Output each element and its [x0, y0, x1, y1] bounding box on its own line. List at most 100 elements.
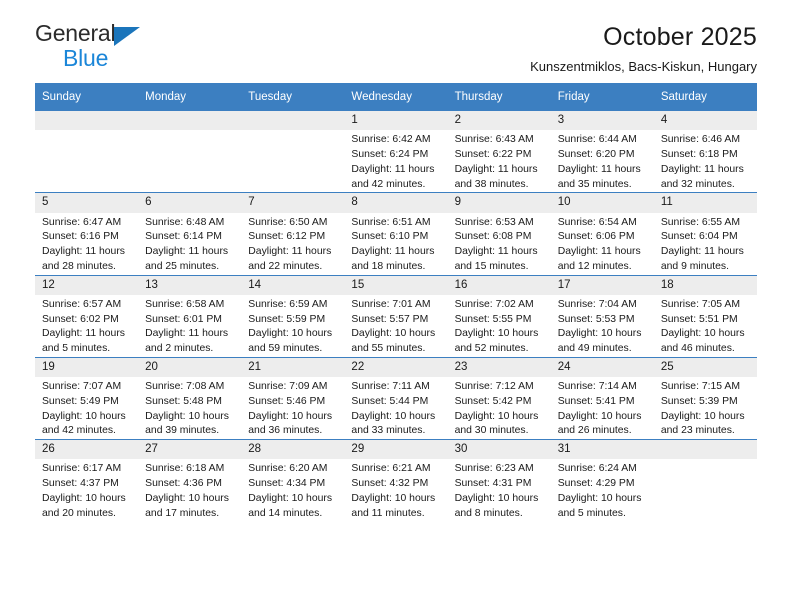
day-number: 25	[653, 357, 757, 378]
calendar-body: 1 Sunrise: 6:42 AM Sunset: 6:24 PM Daylight…	[35, 111, 757, 522]
calendar-day-cell[interactable]: 25 Sunrise: 7:15 AM Sunset: 5:39 PM Dayligh…	[653, 356, 757, 440]
calendar-day-cell[interactable]: 17 Sunrise: 7:04 AM Sunset: 5:53 PM Dayligh…	[550, 274, 654, 358]
calendar-day-cell[interactable]: 7 Sunrise: 6:50 AM Sunset: 6:12 PM Daylight…	[241, 192, 345, 276]
day-number: 11	[653, 193, 757, 213]
calendar-page: General Blue October 2025 Kunszentmiklos…	[0, 0, 792, 612]
day-details: Sunrise: 7:09 AM Sunset: 5:46 PM Daylight:…	[241, 377, 344, 439]
daylight-text: Daylight: 11 hours and 22 minutes.	[248, 246, 332, 272]
daylight-text: Daylight: 11 hours and 9 minutes.	[660, 246, 744, 272]
calendar-day-cell[interactable]: 24 Sunrise: 7:14 AM Sunset: 5:41 PM Dayligh…	[550, 356, 654, 440]
sunrise-text: Sunrise: 7:11 AM	[351, 381, 430, 393]
day-number: 2	[447, 111, 551, 131]
calendar-day-cell[interactable]: 6 Sunrise: 6:48 AM Sunset: 6:14 PM Daylight…	[138, 192, 242, 276]
calendar-day-cell[interactable]: 4 Sunrise: 6:46 AM Sunset: 6:18 PM Daylight…	[653, 111, 757, 193]
calendar-day-cell[interactable]: 3 Sunrise: 6:44 AM Sunset: 6:20 PM Daylight…	[550, 111, 654, 193]
sunrise-text: Sunrise: 6:50 AM	[248, 216, 328, 228]
sunset-text: Sunset: 6:04 PM	[660, 231, 738, 243]
sunset-text: Sunset: 6:14 PM	[145, 231, 222, 243]
calendar-day-cell[interactable]: 26 Sunrise: 6:17 AM Sunset: 4:37 PM Dayligh…	[35, 439, 139, 522]
day-number: 14	[241, 275, 345, 295]
calendar-day-cell[interactable]: 27 Sunrise: 6:18 AM Sunset: 4:36 PM Dayligh…	[138, 439, 242, 522]
daylight-text: Daylight: 11 hours and 25 minutes.	[145, 246, 229, 272]
day-number: 19	[35, 357, 139, 378]
daylight-text: Daylight: 11 hours and 32 minutes.	[660, 163, 744, 190]
calendar-day-cell[interactable]: 11 Sunrise: 6:55 AM Sunset: 6:04 PM Dayligh…	[653, 192, 757, 276]
calendar-week-row: 1 Sunrise: 6:42 AM Sunset: 6:24 PM Daylight…	[35, 111, 757, 193]
day-details: Sunrise: 6:57 AM Sunset: 6:02 PM Daylight:…	[35, 295, 138, 357]
calendar-day-cell[interactable]: 16 Sunrise: 7:02 AM Sunset: 5:55 PM Dayligh…	[447, 274, 551, 358]
calendar-day-cell[interactable]: 13 Sunrise: 6:58 AM Sunset: 6:01 PM Dayligh…	[138, 274, 242, 358]
day-number: 15	[344, 275, 448, 295]
day-details: Sunrise: 7:15 AM Sunset: 5:39 PM Daylight:…	[654, 377, 757, 439]
weekday-header-tuesday: Tuesday	[241, 83, 345, 111]
calendar-day-cell[interactable]: 22 Sunrise: 7:11 AM Sunset: 5:44 PM Dayligh…	[344, 356, 448, 440]
day-details: Sunrise: 6:48 AM Sunset: 6:14 PM Daylight:…	[138, 213, 241, 275]
calendar-day-cell[interactable]: 23 Sunrise: 7:12 AM Sunset: 5:42 PM Dayligh…	[447, 356, 551, 440]
daylight-text: Daylight: 10 hours and 14 minutes.	[248, 492, 333, 519]
daylight-text: Daylight: 10 hours and 49 minutes.	[557, 328, 642, 355]
sunrise-text: Sunrise: 7:04 AM	[557, 298, 637, 310]
weekday-header-thursday: Thursday	[447, 83, 551, 111]
sunrise-text: Sunrise: 6:53 AM	[454, 216, 534, 228]
calendar-day-cell[interactable]: 9 Sunrise: 6:53 AM Sunset: 6:08 PM Daylight…	[447, 192, 551, 276]
day-number: 24	[550, 357, 654, 378]
day-number: 8	[344, 193, 448, 213]
sunrise-text: Sunrise: 6:47 AM	[42, 216, 122, 228]
daylight-text: Daylight: 11 hours and 42 minutes.	[351, 163, 435, 190]
daylight-text: Daylight: 10 hours and 42 minutes.	[42, 410, 126, 437]
sunrise-text: Sunrise: 6:59 AM	[248, 298, 328, 310]
sunrise-text: Sunrise: 7:01 AM	[351, 298, 431, 310]
day-details: Sunrise: 7:07 AM Sunset: 5:49 PM Daylight:…	[35, 377, 138, 439]
calendar-day-cell[interactable]: 18 Sunrise: 7:05 AM Sunset: 5:51 PM Dayligh…	[653, 274, 757, 358]
sunrise-text: Sunrise: 6:24 AM	[557, 463, 637, 475]
sunset-text: Sunset: 5:39 PM	[660, 395, 738, 407]
logo-secondary-text: Blue	[63, 45, 109, 71]
calendar-day-cell[interactable]: 1 Sunrise: 6:42 AM Sunset: 6:24 PM Daylight…	[344, 111, 448, 193]
calendar-day-cell[interactable]: 12 Sunrise: 6:57 AM Sunset: 6:02 PM Dayligh…	[35, 274, 139, 358]
sunset-text: Sunset: 6:06 PM	[557, 231, 635, 243]
daylight-text: Daylight: 10 hours and 55 minutes.	[351, 328, 436, 355]
day-number: 27	[138, 440, 242, 460]
sunset-text: Sunset: 5:41 PM	[557, 395, 635, 407]
day-details: Sunrise: 6:24 AM Sunset: 4:29 PM Daylight:…	[551, 459, 654, 521]
sunset-text: Sunset: 5:59 PM	[248, 313, 326, 325]
calendar-day-cell[interactable]: 19 Sunrise: 7:07 AM Sunset: 5:49 PM Dayligh…	[35, 356, 139, 440]
sunset-text: Sunset: 5:57 PM	[351, 313, 429, 325]
calendar-day-cell[interactable]: 20 Sunrise: 7:08 AM Sunset: 5:48 PM Dayligh…	[138, 356, 242, 440]
calendar-day-cell[interactable]: 15 Sunrise: 7:01 AM Sunset: 5:57 PM Dayligh…	[344, 274, 448, 358]
day-details: Sunrise: 7:02 AM Sunset: 5:55 PM Daylight:…	[448, 295, 551, 357]
daylight-text: Daylight: 11 hours and 35 minutes.	[557, 163, 641, 190]
day-details: Sunrise: 6:54 AM Sunset: 6:06 PM Daylight:…	[551, 213, 654, 275]
day-number: 23	[447, 357, 551, 378]
calendar-day-cell[interactable]: 30 Sunrise: 6:23 AM Sunset: 4:31 PM Dayligh…	[447, 439, 551, 522]
day-number: 17	[550, 275, 654, 295]
daylight-text: Daylight: 10 hours and 20 minutes.	[42, 492, 126, 519]
daylight-text: Daylight: 10 hours and 36 minutes.	[248, 410, 333, 437]
day-details: Sunrise: 7:01 AM Sunset: 5:57 PM Daylight:…	[344, 295, 447, 357]
sunset-text: Sunset: 4:31 PM	[454, 478, 532, 490]
weekday-header-row: Sunday Monday Tuesday Wednesday Thursday…	[35, 83, 757, 111]
calendar-day-cell[interactable]: 2 Sunrise: 6:43 AM Sunset: 6:22 PM Daylight…	[447, 111, 551, 193]
sunrise-text: Sunrise: 7:07 AM	[42, 381, 122, 393]
calendar-day-cell[interactable]: 5 Sunrise: 6:47 AM Sunset: 6:16 PM Daylight…	[35, 192, 139, 276]
daylight-text: Daylight: 10 hours and 30 minutes.	[454, 410, 539, 437]
day-number: 30	[447, 440, 551, 460]
day-number: 12	[35, 275, 139, 295]
calendar-day-cell[interactable]: 31 Sunrise: 6:24 AM Sunset: 4:29 PM Dayligh…	[550, 439, 654, 522]
calendar-day-cell[interactable]: 21 Sunrise: 7:09 AM Sunset: 5:46 PM Dayligh…	[241, 356, 345, 440]
calendar-day-cell[interactable]: 10 Sunrise: 6:54 AM Sunset: 6:06 PM Dayligh…	[550, 192, 654, 276]
calendar-day-cell[interactable]: 8 Sunrise: 6:51 AM Sunset: 6:10 PM Daylight…	[344, 192, 448, 276]
day-number: 10	[550, 193, 654, 213]
day-number: 7	[241, 193, 345, 213]
calendar-day-cell[interactable]: 14 Sunrise: 6:59 AM Sunset: 5:59 PM Dayligh…	[241, 274, 345, 358]
sunrise-text: Sunrise: 6:43 AM	[454, 134, 534, 146]
sunset-text: Sunset: 6:16 PM	[42, 231, 119, 243]
day-details: Sunrise: 6:55 AM Sunset: 6:04 PM Daylight:…	[654, 213, 757, 275]
sunset-text: Sunset: 5:55 PM	[454, 313, 532, 325]
calendar-day-cell[interactable]: 28 Sunrise: 6:20 AM Sunset: 4:34 PM Dayligh…	[241, 439, 345, 522]
day-details: Sunrise: 6:58 AM Sunset: 6:01 PM Daylight:…	[138, 295, 241, 357]
day-number: 18	[653, 275, 757, 295]
day-number: 28	[241, 440, 345, 460]
calendar-day-cell[interactable]: 29 Sunrise: 6:21 AM Sunset: 4:32 PM Dayligh…	[344, 439, 448, 522]
daylight-text: Daylight: 10 hours and 8 minutes.	[454, 492, 539, 519]
